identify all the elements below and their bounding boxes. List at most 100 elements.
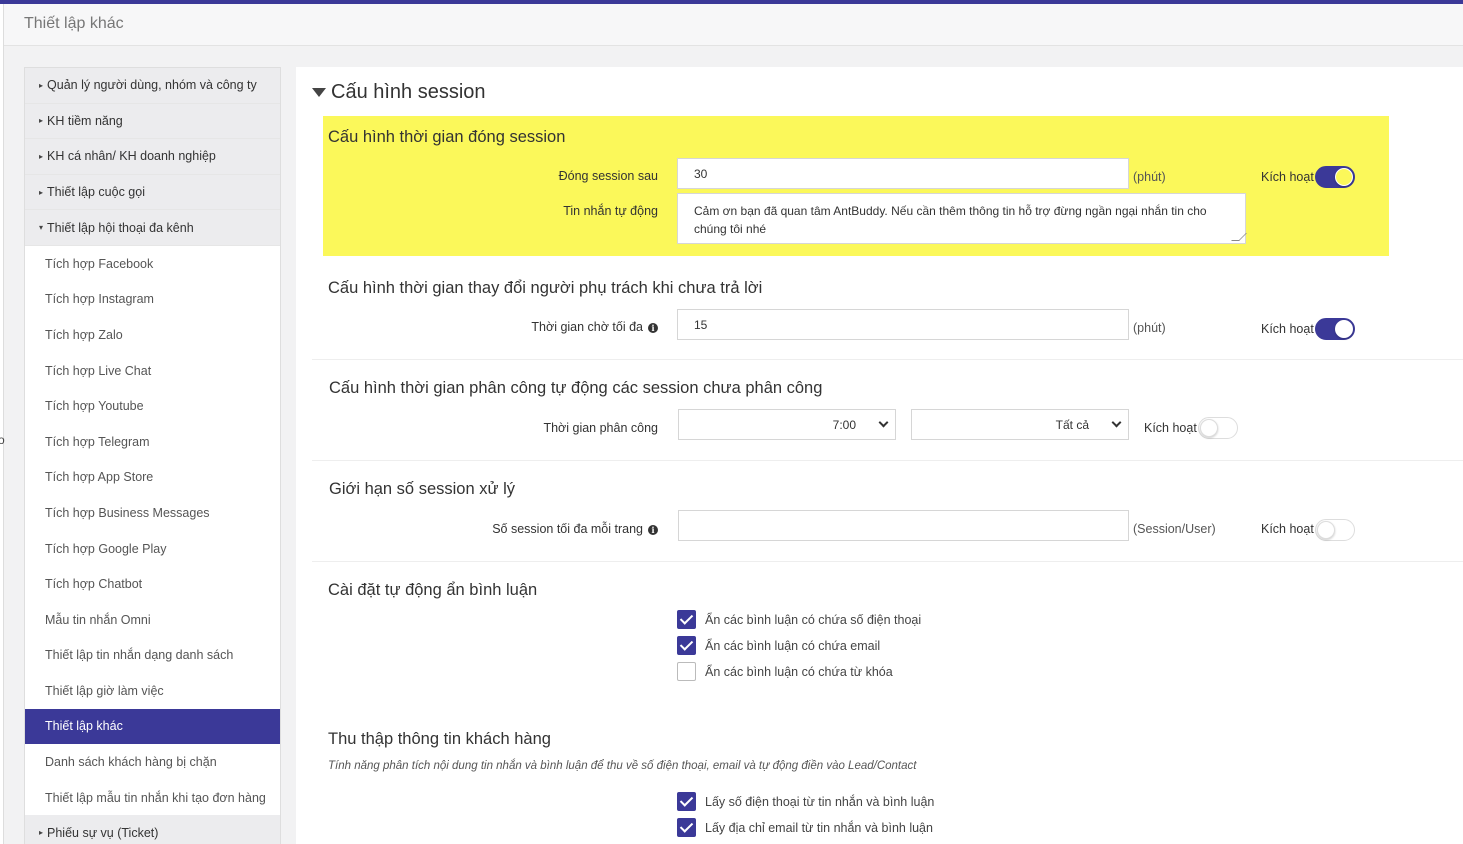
- checkbox-row[interactable]: Lấy địa chỉ email từ tin nhắn và bình lu…: [677, 818, 933, 837]
- limit-activate-label: Kích hoạt: [1261, 522, 1314, 536]
- main-panel: Cấu hình session Cấu hình thời gian đóng…: [296, 67, 1463, 844]
- info-icon[interactable]: i: [648, 322, 658, 333]
- assign-activate-label: Kích hoạt: [1144, 421, 1197, 435]
- sidebar-item-label: Thiết lập khác: [45, 719, 123, 734]
- sidebar-item[interactable]: Thiết lập giờ làm việc: [25, 673, 280, 709]
- sidebar-item-label: Thiết lập mẫu tin nhắn khi tạo đơn hàng: [45, 790, 266, 805]
- sidebar-item-label: KH cá nhân/ KH doanh nghiệp: [47, 149, 216, 164]
- sidebar-item[interactable]: ▸ Quản lý người dùng, nhóm và công ty: [25, 68, 280, 104]
- sidebar-item-label: Tích hợp Business Messages: [45, 505, 210, 520]
- sidebar-item[interactable]: Tích hợp Business Messages: [25, 495, 280, 531]
- sidebar-item[interactable]: Tích hợp Facebook: [25, 245, 280, 282]
- close-activate-label: Kích hoạt: [1261, 170, 1314, 184]
- sidebar: ▸ Quản lý người dùng, nhóm và công ty ▸ KH …: [24, 67, 281, 844]
- edge-mark: o: [0, 433, 5, 447]
- checkbox-checked[interactable]: [677, 792, 696, 811]
- assign-activate-toggle[interactable]: [1198, 417, 1238, 439]
- checkbox-label: Ẩn các bình luận có chứa số điện thoại: [705, 612, 922, 627]
- checkbox-row[interactable]: Ẩn các bình luận có chứa từ khóa: [677, 662, 893, 681]
- checkbox-checked[interactable]: [677, 610, 696, 629]
- limit-heading: Giới hạn số session xử lý: [329, 480, 516, 498]
- section-toggle[interactable]: Cấu hình session: [312, 81, 486, 104]
- checkbox-row[interactable]: Ẩn các bình luận có chứa số điện thoại: [677, 610, 921, 629]
- sidebar-item-label: Tích hợp Facebook: [45, 256, 154, 271]
- divider: [312, 359, 1463, 360]
- caret-right-icon: ▸: [39, 116, 44, 126]
- caret-right-icon: ▸: [39, 828, 44, 838]
- sidebar-item-label: Tích hợp Google Play: [45, 541, 167, 556]
- sidebar-item[interactable]: Tích hợp App Store: [25, 459, 280, 496]
- close-after-input[interactable]: 30: [677, 158, 1129, 189]
- sidebar-item[interactable]: Tích hợp Telegram: [25, 423, 280, 460]
- left-edge: [0, 4, 4, 844]
- sidebar-item-label: KH tiềm năng: [47, 113, 123, 128]
- divider: [312, 561, 1463, 562]
- checkbox-checked[interactable]: [677, 818, 696, 837]
- max-wait-input[interactable]: 15: [677, 309, 1129, 340]
- max-wait-unit: (phút): [1133, 321, 1166, 335]
- close-after-label: Đóng session sau: [558, 169, 658, 183]
- collect-note: Tính năng phân tích nội dung tin nhắn và…: [328, 760, 917, 772]
- sidebar-item[interactable]: Tích hợp Instagram: [25, 281, 280, 318]
- caret-right-icon: ▸: [39, 80, 44, 90]
- collect-heading: Thu thập thông tin khách hàng: [328, 730, 551, 748]
- sidebar-item[interactable]: Thiết lập mẫu tin nhắn khi tạo đơn hàng: [25, 779, 280, 816]
- sidebar-item-label: Tích hợp Chatbot: [45, 577, 143, 592]
- checkbox-label: Lấy số điện thoại từ tin nhắn và bình lu…: [705, 794, 935, 809]
- sidebar-item[interactable]: Thiết lập khác: [25, 708, 280, 745]
- sidebar-item[interactable]: Tích hợp Zalo: [25, 317, 280, 353]
- limit-activate-toggle[interactable]: [1315, 519, 1355, 541]
- assign-scope-select[interactable]: Tất cả: [911, 409, 1129, 440]
- sidebar-item[interactable]: Danh sách khách hàng bị chặn: [25, 744, 280, 780]
- max-session-label: Số session tối đa mỗi trang i: [456, 522, 658, 536]
- chevron-down-icon: [878, 417, 889, 428]
- caret-right-icon: ▸: [39, 187, 44, 197]
- checkbox-row[interactable]: Ẩn các bình luận có chứa email: [677, 636, 880, 655]
- page-title: Thiết lập khác: [24, 15, 124, 32]
- sidebar-item-label: Phiếu sự vụ (Ticket): [47, 825, 159, 840]
- checkbox-row[interactable]: Lấy số điện thoại từ tin nhắn và bình lu…: [677, 792, 934, 811]
- sidebar-item[interactable]: Tích hợp Google Play: [25, 530, 280, 567]
- sidebar-item-label: Tích hợp Live Chat: [45, 363, 152, 378]
- max-session-input[interactable]: [678, 510, 1129, 541]
- sidebar-item-label: Tích hợp App Store: [45, 470, 154, 485]
- close-session-heading: Cấu hình thời gian đóng session: [328, 128, 566, 146]
- chevron-down-icon: [1111, 417, 1122, 428]
- reassign-activate-label: Kích hoạt: [1261, 322, 1314, 336]
- resize-handle-icon[interactable]: [1231, 233, 1247, 241]
- max-session-unit: (Session/User): [1133, 522, 1216, 536]
- sidebar-item[interactable]: Tích hợp Chatbot: [25, 566, 280, 602]
- caret-down-icon: ▾: [39, 223, 44, 233]
- sidebar-item[interactable]: Tích hợp Youtube: [25, 388, 280, 424]
- checkbox-label: Lấy địa chỉ email từ tin nhắn và bình lu…: [705, 820, 933, 835]
- sidebar-item-label: Quản lý người dùng, nhóm và công ty: [47, 78, 257, 93]
- checkbox-unchecked[interactable]: [677, 662, 696, 681]
- sidebar-item-label: Tích hợp Zalo: [45, 327, 123, 342]
- info-icon[interactable]: i: [648, 524, 658, 535]
- sidebar-item[interactable]: Tích hợp Live Chat: [25, 352, 280, 389]
- reassign-heading: Cấu hình thời gian thay đổi người phụ tr…: [328, 279, 763, 297]
- close-after-unit: (phút): [1133, 170, 1166, 184]
- auto-message-textarea[interactable]: Cảm ơn bạn đã quan tâm AntBuddy. Nếu cần…: [677, 193, 1247, 244]
- checkbox-label: Ẩn các bình luận có chứa từ khóa: [705, 664, 893, 679]
- sidebar-item-label: Tích hợp Youtube: [45, 399, 144, 414]
- sidebar-item-label: Thiết lập hội thoại đa kênh: [47, 220, 194, 235]
- sidebar-item-label: Thiết lập cuộc gọi: [47, 185, 145, 200]
- hide-comments-heading: Cài đặt tự động ẩn bình luận: [328, 581, 538, 599]
- section-title: Cấu hình session: [331, 81, 486, 103]
- sidebar-item[interactable]: Thiết lập tin nhắn dạng danh sách: [25, 637, 280, 674]
- sidebar-item-label: Thiết lập tin nhắn dạng danh sách: [45, 648, 234, 663]
- caret-down-icon: [312, 88, 326, 97]
- sidebar-item[interactable]: ▸ Phiếu sự vụ (Ticket): [25, 815, 280, 844]
- sidebar-item[interactable]: ▸ KH cá nhân/ KH doanh nghiệp: [25, 139, 280, 175]
- sidebar-item[interactable]: ▾ Thiết lập hội thoại đa kênh: [25, 210, 280, 246]
- sidebar-item[interactable]: ▸ Thiết lập cuộc gọi: [25, 174, 280, 211]
- assign-time-select[interactable]: 7:00: [678, 409, 896, 440]
- checkbox-checked[interactable]: [677, 636, 696, 655]
- close-activate-toggle[interactable]: [1315, 166, 1355, 188]
- assign-time-label: Thời gian phân công: [543, 421, 658, 435]
- sidebar-item-label: Thiết lập giờ làm việc: [45, 683, 164, 698]
- sidebar-item[interactable]: Mẫu tin nhắn Omni: [25, 601, 280, 638]
- sidebar-item[interactable]: ▸ KH tiềm năng: [25, 103, 280, 140]
- reassign-activate-toggle[interactable]: [1315, 318, 1355, 340]
